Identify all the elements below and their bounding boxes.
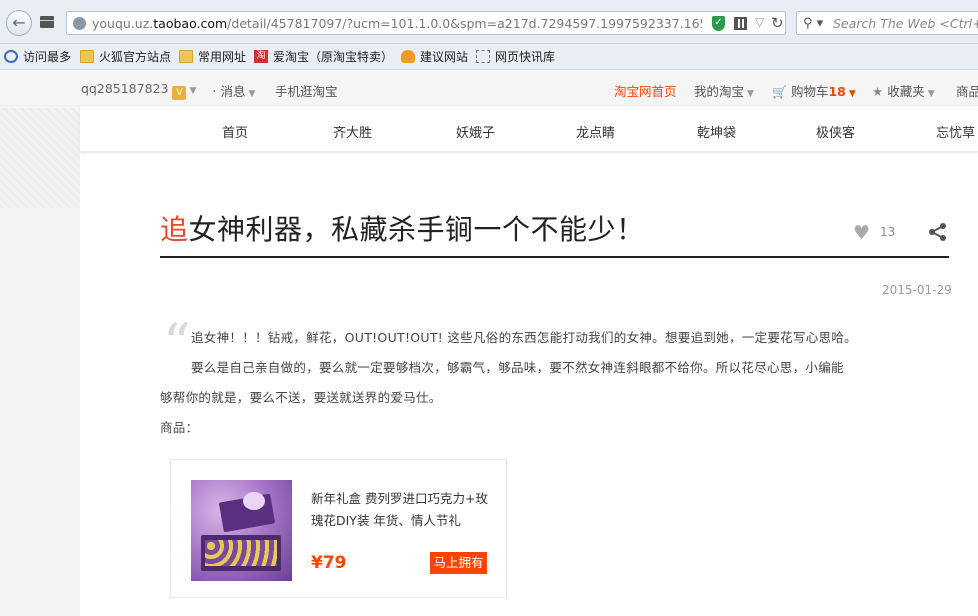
dropdown-icon[interactable]: ▽ (755, 15, 764, 29)
folder-icon (80, 50, 94, 63)
search-placeholder[interactable]: Search The Web <Ctrl+K> (833, 16, 978, 31)
bookmark-aitaobao[interactable]: 淘爱淘宝（原淘宝特卖） (254, 48, 393, 66)
product-card[interactable]: 新年礼盒 费列罗进口巧克力+玫瑰花DIY装 年货、情人节礼 ¥79 马上拥有 (170, 459, 507, 598)
dot-icon: · (212, 84, 217, 100)
goods-label: 商品： (160, 420, 199, 435)
bookmark-web-slices[interactable]: 网页快讯库 (476, 48, 555, 66)
bookmark-common-urls[interactable]: 常用网址 (179, 48, 246, 66)
nav-item-wangyoucao[interactable]: 忘忧草 (936, 122, 975, 141)
buy-now-button[interactable]: 马上拥有 (430, 552, 487, 574)
search-icon[interactable]: ⚲ ▾ (803, 16, 823, 31)
chevron-down-icon: ▼ (248, 89, 256, 99)
taobao-home-link[interactable]: 淘宝网首页 (614, 81, 677, 100)
bookmark-suggested-sites[interactable]: 建议网站 (401, 48, 468, 66)
chevron-down-icon: ▼ (848, 89, 856, 99)
article-title: 追女神利器，私藏杀手锏一个不能少！ (160, 213, 645, 246)
article-paragraph-2: 要么是自己亲自做的，要么就一定要够档次，够霸气，够品味，要不然女神连斜眼都不给你… (191, 360, 844, 375)
taobao-topbar: qq285187823 V ▼ · 消息 ▼ 手机逛淘宝 淘宝网首页 我的淘宝 ▼ 🛒 … (0, 71, 978, 106)
goods-link[interactable]: 商品 (956, 81, 978, 100)
product-image[interactable] (191, 480, 292, 581)
chocolates (205, 540, 277, 566)
heart-icon[interactable]: ♥ (853, 222, 870, 244)
article-paragraph-3: 够帮你的就是，要么不送，要送就送界的爱马仕。 (160, 390, 442, 405)
nav-item-home[interactable]: 首页 (222, 122, 248, 141)
my-taobao-link[interactable]: 我的淘宝 ▼ (694, 81, 754, 100)
search-icon (4, 50, 18, 63)
bulb-icon (401, 50, 415, 63)
chevron-down-icon: ▼ (927, 89, 935, 99)
vip-badge-icon: V (172, 86, 187, 100)
qr-code-icon[interactable] (734, 17, 747, 30)
like-count: 13 (880, 225, 896, 239)
channel-nav: 首页 齐大胜 妖娥子 龙点睛 乾坤袋 极侠客 忘忧草 (80, 106, 978, 152)
cart-icon: 🛒 (772, 85, 787, 99)
product-title[interactable]: 新年礼盒 费列罗进口巧克力+玫瑰花DIY装 年货、情人节礼 (311, 488, 491, 532)
chevron-down-icon: ▼ (189, 86, 197, 96)
nav-item-jixiake[interactable]: 极侠客 (816, 122, 855, 141)
favorites-link[interactable]: ★ 收藏夹 ▼ (872, 81, 935, 100)
back-button[interactable]: ← (6, 10, 32, 36)
chevron-down-icon: ▼ (747, 89, 754, 99)
nav-item-yaoezi[interactable]: 妖娥子 (456, 122, 495, 141)
article-paragraph-1: 追女神！！！钻戒，鲜花，OUT!OUT!OUT! 这些凡俗的东西怎能打动我们的女… (191, 330, 857, 345)
nav-item-qiankundai[interactable]: 乾坤袋 (697, 122, 736, 141)
address-bar[interactable]: youqu.uz.taobao.com/detail/457817097/?uc… (66, 11, 786, 35)
bookmark-most-visited[interactable]: 访问最多 (4, 48, 71, 66)
reload-icon[interactable]: ↻ (771, 14, 784, 32)
quote-icon: “ (163, 312, 191, 375)
folder-icon (179, 50, 193, 63)
shield-icon[interactable]: ✓ (712, 16, 725, 31)
tabs-grid-icon[interactable] (40, 16, 54, 28)
taobao-icon: 淘 (254, 50, 268, 63)
publish-date: 2015-01-29 (882, 283, 952, 297)
bookmarks-toolbar: 访问最多 火狐官方站点 常用网址 淘爱淘宝（原淘宝特卖） 建议网站 网页快讯库 (0, 44, 978, 70)
background-texture (0, 108, 80, 208)
bookmark-firefox-sites[interactable]: 火狐官方站点 (80, 48, 171, 66)
gift-bow (243, 492, 265, 510)
webslice-icon (476, 50, 490, 63)
browser-toolbar: ← youqu.uz.taobao.com/detail/457817097/?… (0, 0, 978, 44)
share-icon[interactable] (928, 222, 948, 242)
globe-icon (73, 17, 86, 30)
cart-link[interactable]: 🛒 购物车18 ▼ (772, 81, 856, 100)
username-link[interactable]: qq285187823 V ▼ (81, 81, 196, 100)
search-box[interactable]: ⚲ ▾ Search The Web <Ctrl+K> (796, 11, 978, 35)
star-icon: ★ (872, 84, 884, 99)
url-text[interactable]: youqu.uz.taobao.com/detail/457817097/?uc… (92, 16, 702, 31)
title-divider (160, 256, 949, 258)
nav-item-longdianjing[interactable]: 龙点睛 (576, 122, 615, 141)
cart-count: 18 (828, 84, 846, 99)
nav-item-qidasheng[interactable]: 齐大胜 (333, 122, 372, 141)
product-price: ¥79 (311, 553, 347, 573)
mobile-taobao-link[interactable]: 手机逛淘宝 (275, 81, 338, 100)
messages-link[interactable]: · 消息 ▼ (212, 81, 255, 100)
